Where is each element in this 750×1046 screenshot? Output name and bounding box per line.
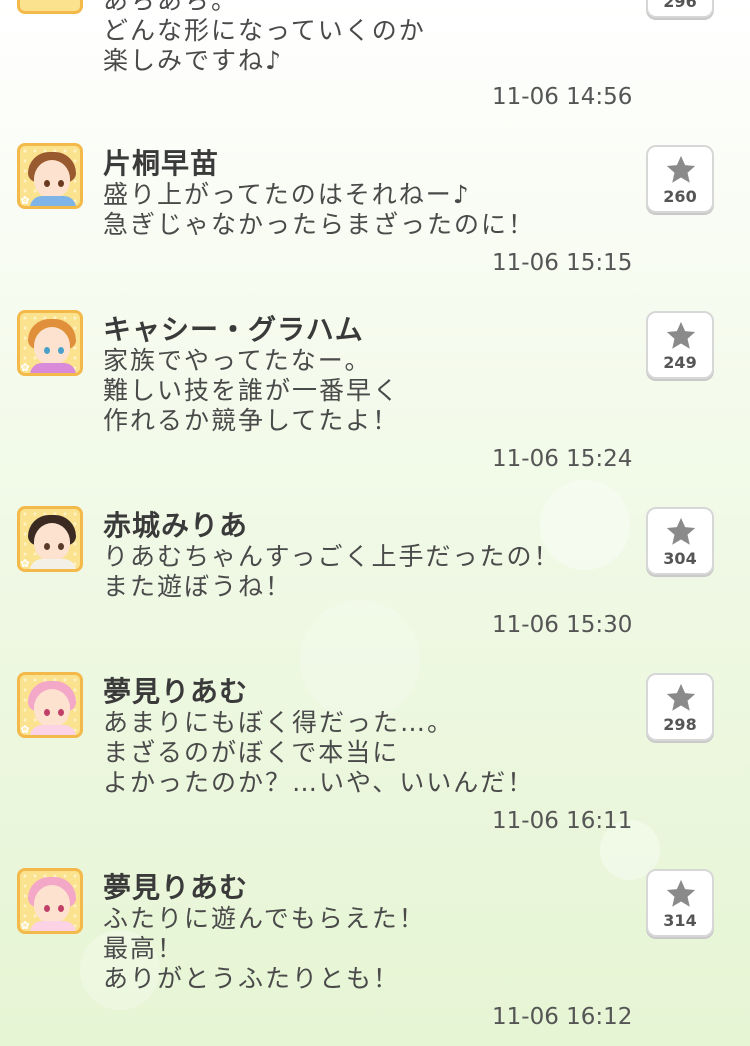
flower-icon: ✿ (20, 723, 30, 736)
like-count: 296 (663, 0, 697, 11)
avatar[interactable]: ✿ (17, 868, 83, 934)
message-feed[interactable]: あちあち。 どんな形になっていくのか 楽しみですね♪ 11-06 14:56 2… (0, 0, 750, 1046)
star-icon (666, 517, 696, 545)
timestamp: 11-06 16:11 (492, 808, 633, 834)
like-count: 304 (663, 549, 697, 568)
timestamp: 11-06 16:12 (492, 1004, 633, 1030)
author-name: 赤城みりあ (103, 509, 249, 542)
message-text: りあむちゃんすっごく上手だったの！ また遊ぼうね！ (103, 542, 561, 601)
author-name: 片桐早苗 (103, 147, 220, 180)
timestamp: 11-06 15:24 (492, 446, 633, 472)
star-icon (666, 683, 696, 711)
like-count: 314 (663, 911, 697, 930)
message-text: あちあち。 どんな形になっていくのか 楽しみですね♪ (103, 0, 426, 75)
like-button[interactable]: 314 (646, 869, 714, 937)
like-button[interactable]: 298 (646, 673, 714, 741)
avatar[interactable]: ✿ (17, 143, 83, 209)
message-text: 盛り上がってたのはそれねー♪ 急ぎじゃなかったらまざったのに！ (103, 180, 536, 239)
message-text: ふたりに遊んでもらえた！ 最高！ ありがとうふたりとも！ (103, 904, 426, 993)
avatar[interactable]: ✿ (17, 672, 83, 738)
like-button[interactable]: 304 (646, 507, 714, 575)
timestamp: 11-06 14:56 (492, 84, 633, 110)
avatar[interactable] (17, 0, 83, 14)
message-text: 家族でやってたなー。 難しい技を誰が一番早く 作れるか競争してたよ！ (103, 346, 401, 435)
author-name: 夢見りあむ (103, 871, 249, 904)
flower-icon: ✿ (20, 919, 30, 932)
like-button[interactable]: 249 (646, 311, 714, 379)
author-name: キャシー・グラハム (103, 313, 364, 346)
message-text: あまりにもぼく得だった…。 まざるのがぼくで本当に よかったのか？…いや、いいん… (103, 708, 535, 797)
star-icon (666, 155, 696, 183)
avatar[interactable]: ✿ (17, 310, 83, 376)
like-count: 298 (663, 715, 697, 734)
star-icon (666, 879, 696, 907)
timestamp: 11-06 15:30 (492, 612, 633, 638)
like-button[interactable]: 296 (646, 0, 714, 18)
star-icon (666, 321, 696, 349)
timestamp: 11-06 15:15 (492, 250, 633, 276)
avatar[interactable]: ✿ (17, 506, 83, 572)
flower-icon: ✿ (20, 361, 30, 374)
author-name: 夢見りあむ (103, 675, 249, 708)
like-count: 249 (663, 353, 697, 372)
like-button[interactable]: 260 (646, 145, 714, 213)
like-count: 260 (663, 187, 697, 206)
flower-icon: ✿ (20, 194, 30, 207)
flower-icon: ✿ (20, 557, 30, 570)
